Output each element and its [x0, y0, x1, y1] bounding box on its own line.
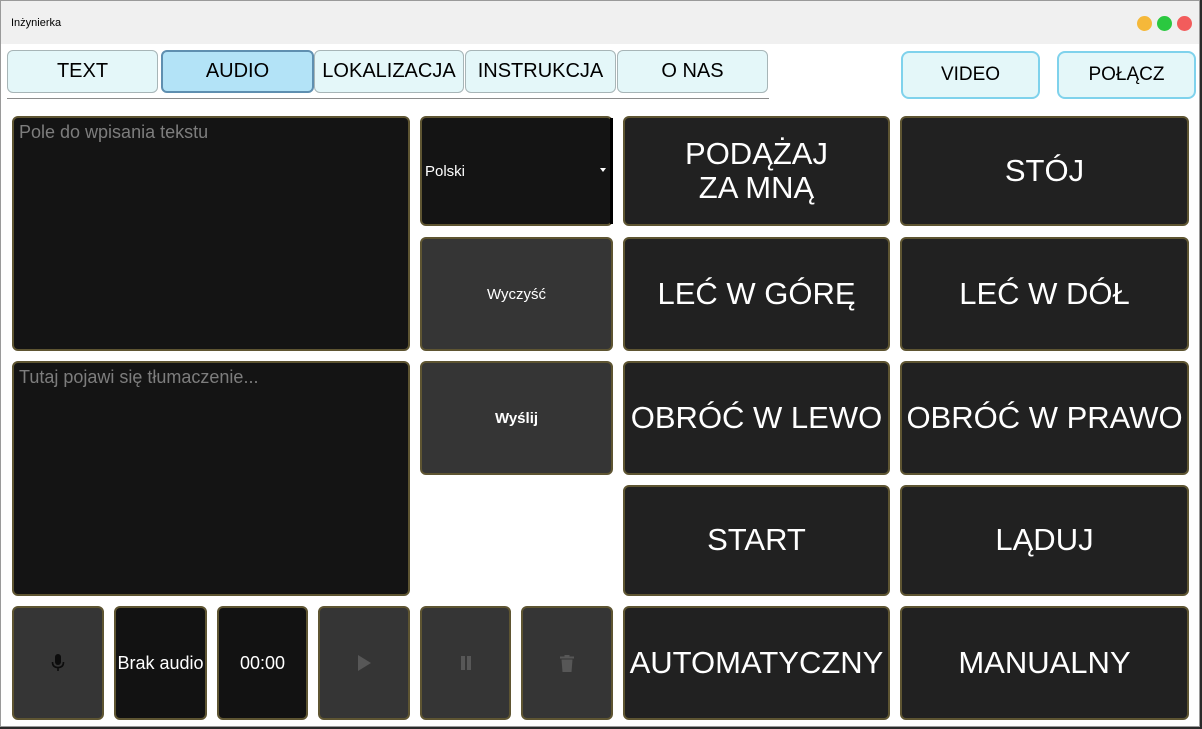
pause-button[interactable]: [420, 606, 511, 720]
minimize-button[interactable]: [1137, 16, 1152, 31]
microphone-icon: [51, 654, 65, 671]
tab-divider: [7, 98, 769, 99]
rotate-left-button[interactable]: OBRÓĆ W LEWO: [623, 361, 890, 475]
maximize-button[interactable]: [1157, 16, 1172, 31]
window-title: Inżynierka: [11, 17, 62, 29]
fly-down-button[interactable]: LEĆ W DÓŁ: [900, 237, 1189, 351]
language-selected: Polski: [425, 162, 466, 180]
play-icon: [358, 655, 371, 671]
close-button[interactable]: [1177, 16, 1192, 31]
translation-output-field: [12, 361, 410, 596]
play-button[interactable]: [318, 606, 410, 720]
chevron-down-icon: [600, 168, 606, 172]
start-button[interactable]: START: [623, 485, 890, 596]
delete-button[interactable]: [521, 606, 613, 720]
app-window: Inżynierka TEXT AUDIO LOKALIZACJA INSTRU…: [0, 0, 1200, 727]
connect-button[interactable]: POŁĄCZ: [1057, 51, 1196, 99]
clear-button[interactable]: Wyczyść: [420, 237, 613, 351]
tab-o-nas[interactable]: O NAS: [617, 50, 768, 93]
audio-timer: 00:00: [217, 606, 308, 720]
fly-up-button[interactable]: LEĆ W GÓRĘ: [623, 237, 890, 351]
title-bar: Inżynierka: [1, 1, 1199, 44]
tab-audio[interactable]: AUDIO: [161, 50, 314, 93]
tab-lokalizacja[interactable]: LOKALIZACJA: [314, 50, 464, 93]
tab-text[interactable]: TEXT: [7, 50, 158, 93]
manual-mode-button[interactable]: MANUALNY: [900, 606, 1189, 720]
language-select[interactable]: Polski: [420, 116, 613, 226]
video-button[interactable]: VIDEO: [901, 51, 1040, 99]
input-text-field[interactable]: [12, 116, 410, 351]
tab-instrukcja[interactable]: INSTRUKCJA: [465, 50, 616, 93]
rotate-right-button[interactable]: OBRÓĆ W PRAWO: [900, 361, 1189, 475]
send-button[interactable]: Wyślij: [420, 361, 613, 475]
automatic-mode-button[interactable]: AUTOMATYCZNY: [623, 606, 890, 720]
trash-icon: [560, 654, 574, 672]
audio-status: Brak audio: [114, 606, 207, 720]
follow-me-button[interactable]: PODĄŻAJ ZA MNĄ: [623, 116, 890, 226]
record-button[interactable]: [12, 606, 104, 720]
land-button[interactable]: LĄDUJ: [900, 485, 1189, 596]
pause-icon: [460, 656, 471, 670]
stop-button[interactable]: STÓJ: [900, 116, 1189, 226]
